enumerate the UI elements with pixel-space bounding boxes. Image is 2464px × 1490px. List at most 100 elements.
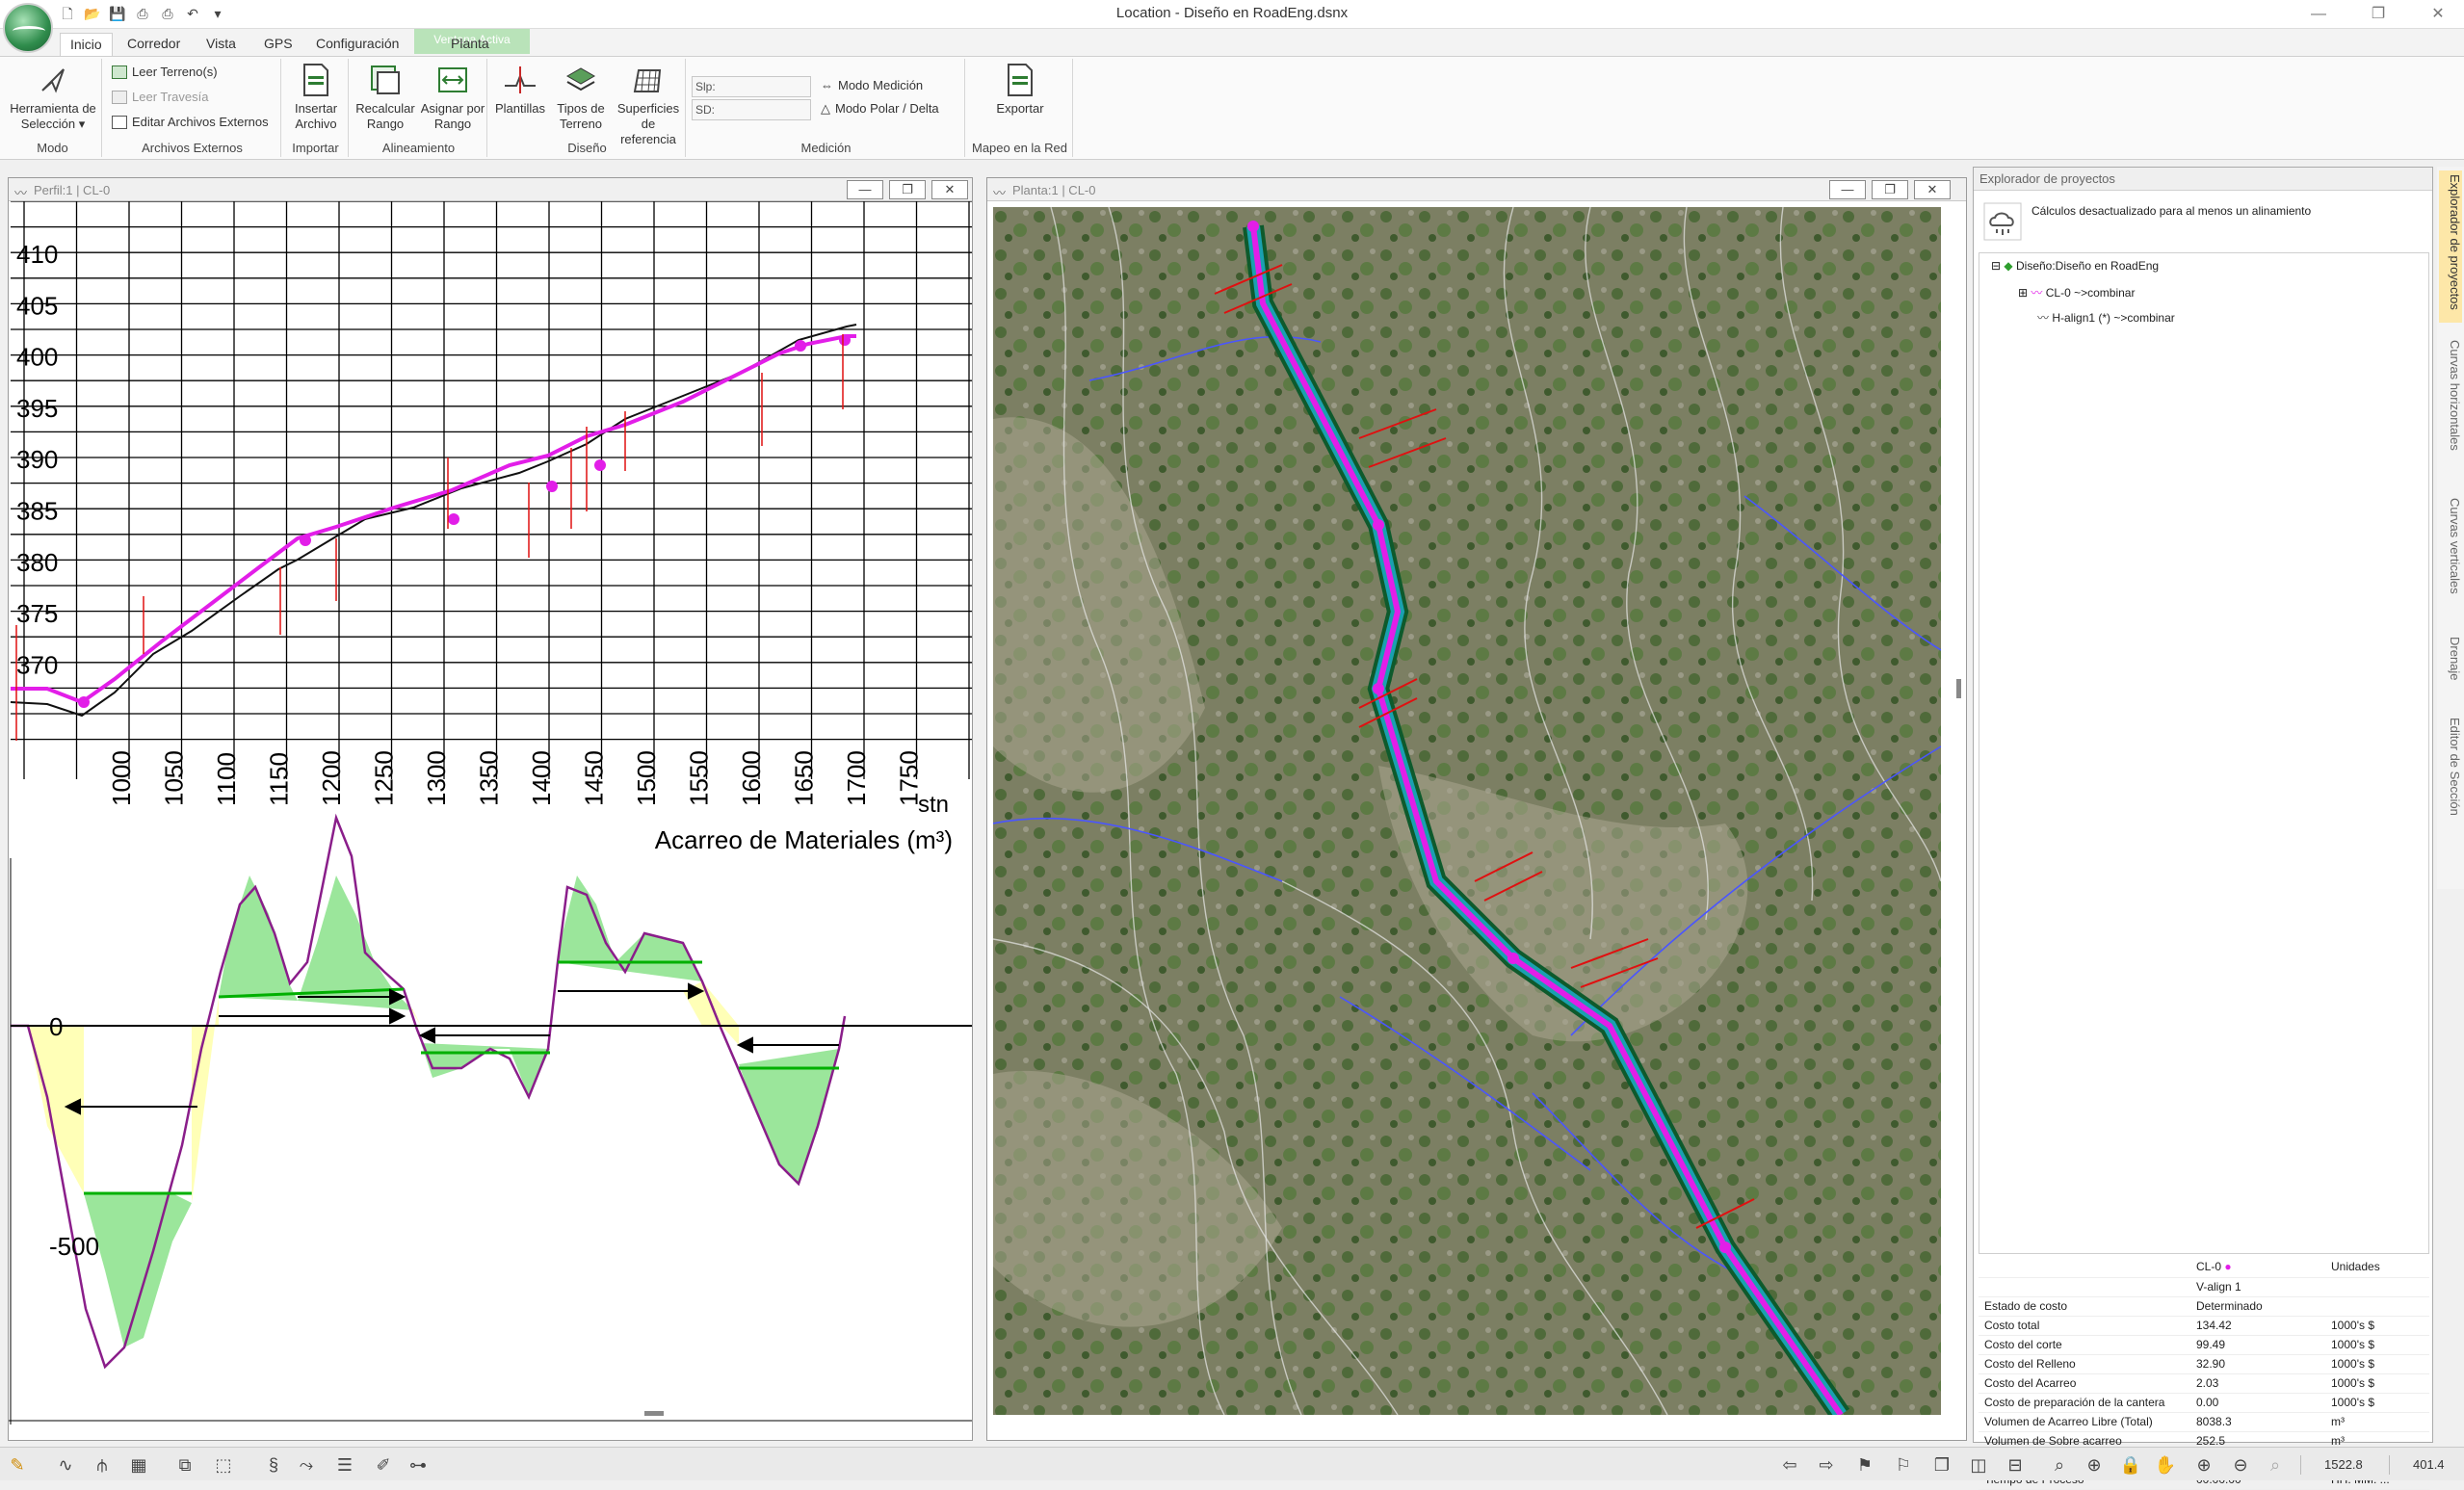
leer-travesia-button[interactable]: Leer Travesía — [112, 88, 209, 107]
props-row[interactable]: Costo de preparación de la cantera 0.00 10… — [1979, 1393, 2429, 1413]
close-icon[interactable]: ✕ — [931, 180, 968, 199]
maximize-icon[interactable]: ❐ — [889, 180, 926, 199]
side-tab-vertical-curves[interactable]: Curvas verticales — [2439, 494, 2462, 619]
profile-canvas[interactable]: 410 405 400 395 390 385 380 375 370 1000 1050 1100… — [9, 201, 972, 1440]
restore-icon[interactable]: ❐ — [2356, 2, 2400, 27]
y-tick-label: 385 — [16, 497, 58, 526]
close-icon[interactable]: ✕ — [2416, 2, 2460, 27]
minimize-icon[interactable]: — — [1829, 180, 1866, 199]
scroll-grip[interactable] — [644, 1411, 664, 1416]
tree-item-design[interactable]: ⊟ ◆ Diseño:Diseño en RoadEng — [1991, 259, 2159, 273]
pencil-icon[interactable]: ✎ — [6, 1454, 29, 1476]
side-tab-horizontal-curves[interactable]: Curvas horizontales — [2439, 336, 2462, 481]
box-3d-icon[interactable]: ⬚ — [212, 1454, 235, 1476]
zoom-icon[interactable]: ⌕ — [2048, 1454, 2071, 1476]
sd-field[interactable]: SD: — [692, 99, 811, 120]
arrow-left-icon[interactable]: ⇦ — [1778, 1454, 1801, 1476]
flag-icon[interactable]: ⚑ — [1853, 1454, 1876, 1476]
minimize-icon[interactable]: — — [2296, 2, 2341, 27]
table-icon[interactable]: ▦ — [127, 1454, 150, 1476]
tree-tool-icon[interactable]: ⊶ — [406, 1454, 430, 1476]
side-tab-explorer[interactable]: Explorador de proyectos — [2439, 170, 2462, 323]
props-row[interactable]: Volumen de Acarreo Libre (Total) 8038.3 m³ — [1979, 1412, 2429, 1432]
plantillas-button[interactable]: Plantillas — [491, 63, 549, 117]
ribbon-tabs: Ventana Activa Inicio Corredor Vista GPS… — [0, 29, 2464, 56]
route-tool-icon[interactable]: ⤳ — [295, 1454, 318, 1476]
export-icon — [1003, 63, 1037, 97]
mass-haul-yellow — [28, 981, 739, 1203]
props-row[interactable]: Costo del corte 99.49 1000's $ — [1979, 1335, 2429, 1355]
plan-window[interactable]: 〰 Planta:1 | CL-0 — ❐ ✕ — [986, 177, 1967, 1441]
selection-tool-button[interactable]: Herramienta de Selección ▾ — [8, 63, 98, 132]
recalculate-icon — [368, 63, 403, 97]
section-tool-icon[interactable]: ⫛ — [91, 1454, 114, 1476]
edit-files-icon — [112, 116, 127, 129]
tile-horizontal-icon[interactable]: ⊟ — [2004, 1454, 2027, 1476]
modo-polar-button[interactable]: △ Modo Polar / Delta — [821, 99, 939, 118]
x-tick-label: 1450 — [580, 750, 609, 806]
close-icon[interactable]: ✕ — [1914, 180, 1951, 199]
insertar-archivo-button[interactable]: Insertar Archivo — [285, 63, 347, 132]
side-tab-drainage[interactable]: Drenaje — [2439, 633, 2462, 700]
flag-outline-icon[interactable]: ⚐ — [1892, 1454, 1915, 1476]
tree-item-halign[interactable]: 〰 H-align1 (*) ~>combinar — [2037, 309, 2175, 326]
props-row[interactable]: Costo del Acarreo 2.03 1000's $ — [1979, 1373, 2429, 1394]
props-cell-unit: m³ — [2325, 1412, 2429, 1432]
list-tool-icon[interactable]: ☰ — [333, 1454, 356, 1476]
minimize-icon[interactable]: — — [847, 180, 883, 199]
asignar-rango-button[interactable]: Asignar por Rango — [420, 63, 485, 132]
arrow-right-icon[interactable]: ⇨ — [1815, 1454, 1838, 1476]
collapse-icon[interactable]: ⊟ — [1991, 259, 2001, 273]
x-tick-label: 1300 — [422, 750, 451, 806]
pan-hand-icon[interactable]: ✋ — [2154, 1454, 2177, 1476]
side-tab-section-editor[interactable]: Editor de Sección — [2439, 714, 2462, 849]
curve-tool-icon[interactable]: ∿ — [54, 1454, 77, 1476]
expand-icon[interactable]: ⊞ — [2018, 286, 2028, 300]
recalcular-rango-button[interactable]: Recalcular Rango — [353, 63, 418, 132]
project-tree[interactable]: ⊟ ◆ Diseño:Diseño en RoadEng ⊞ 〰 CL-0 ~>… — [1979, 252, 2429, 1254]
warning-box: Cálculos desactualizado para al menos un… — [1983, 202, 2425, 247]
app-logo[interactable] — [3, 3, 53, 53]
props-col-units: Unidades — [2325, 1256, 2429, 1278]
y-tick-label: 405 — [16, 291, 58, 320]
leer-terreno-button[interactable]: Leer Terreno(s) — [112, 63, 218, 82]
x-tick-label: 1100 — [212, 752, 241, 806]
tree-item-cl0[interactable]: ⊞ 〰 CL-0 ~>combinar — [2018, 284, 2135, 301]
props-row[interactable]: Estado de costo Determinado — [1979, 1296, 2429, 1317]
tile-vertical-icon[interactable]: ◫ — [1967, 1454, 1990, 1476]
y-tick-label: 390 — [16, 445, 58, 474]
maximize-icon[interactable]: ❐ — [1872, 180, 1908, 199]
wave-tool-icon[interactable]: § — [262, 1454, 285, 1476]
tipos-terreno-button[interactable]: Tipos de Terreno — [549, 63, 613, 132]
tab-inicio[interactable]: Inicio — [60, 33, 113, 56]
edit-tool-icon[interactable]: ✐ — [372, 1454, 395, 1476]
cascade-icon[interactable]: ❐ — [1930, 1454, 1953, 1476]
superficies-referencia-button[interactable]: Superficies de referencia — [613, 63, 684, 147]
plan-map-canvas[interactable] — [993, 207, 1941, 1415]
zoom-in-icon[interactable]: ⊕ — [2192, 1454, 2215, 1476]
props-cell-unit — [2325, 1296, 2429, 1317]
plan-scroll-grip[interactable] — [1956, 679, 1961, 698]
tab-planta[interactable]: Planta — [441, 33, 499, 56]
lock-icon[interactable]: 🔒 — [2119, 1454, 2142, 1476]
profile-window-titlebar[interactable]: 〰 Perfil:1 | CL-0 — ❐ ✕ — [9, 178, 972, 201]
tab-configuracion[interactable]: Configuración — [306, 33, 408, 56]
explorer-header: Explorador de proyectos — [1974, 168, 2432, 191]
editar-archivos-button[interactable]: Editar Archivos Externos — [112, 113, 269, 132]
props-row[interactable]: Costo del Relleno 32.90 1000's $ — [1979, 1354, 2429, 1374]
layers-icon[interactable]: ⧉ — [173, 1454, 197, 1476]
plan-window-titlebar[interactable]: 〰 Planta:1 | CL-0 — ❐ ✕ — [987, 178, 1966, 201]
props-row[interactable]: Costo total 134.42 1000's $ — [1979, 1316, 2429, 1336]
props-cell-value: Determinado — [2190, 1296, 2325, 1317]
exportar-button[interactable]: Exportar — [971, 63, 1069, 117]
slp-field[interactable]: Slp: — [692, 76, 811, 97]
zoom-out-icon[interactable]: ⊖ — [2229, 1454, 2252, 1476]
modo-medicion-button[interactable]: ⇔ Modo Medición — [821, 76, 923, 95]
group-mapeo-red: Exportar Mapeo en la Red — [967, 59, 1073, 157]
tab-vista[interactable]: Vista — [197, 33, 246, 56]
profile-window[interactable]: 〰 Perfil:1 | CL-0 — ❐ ✕ 410 405 400 395 390 3… — [8, 177, 973, 1441]
zoom-disabled-icon[interactable]: ⌕ — [2264, 1454, 2287, 1476]
zoom-extent-icon[interactable]: ⊕ — [2083, 1454, 2106, 1476]
tab-gps[interactable]: GPS — [254, 33, 302, 56]
tab-corredor[interactable]: Corredor — [118, 33, 190, 56]
